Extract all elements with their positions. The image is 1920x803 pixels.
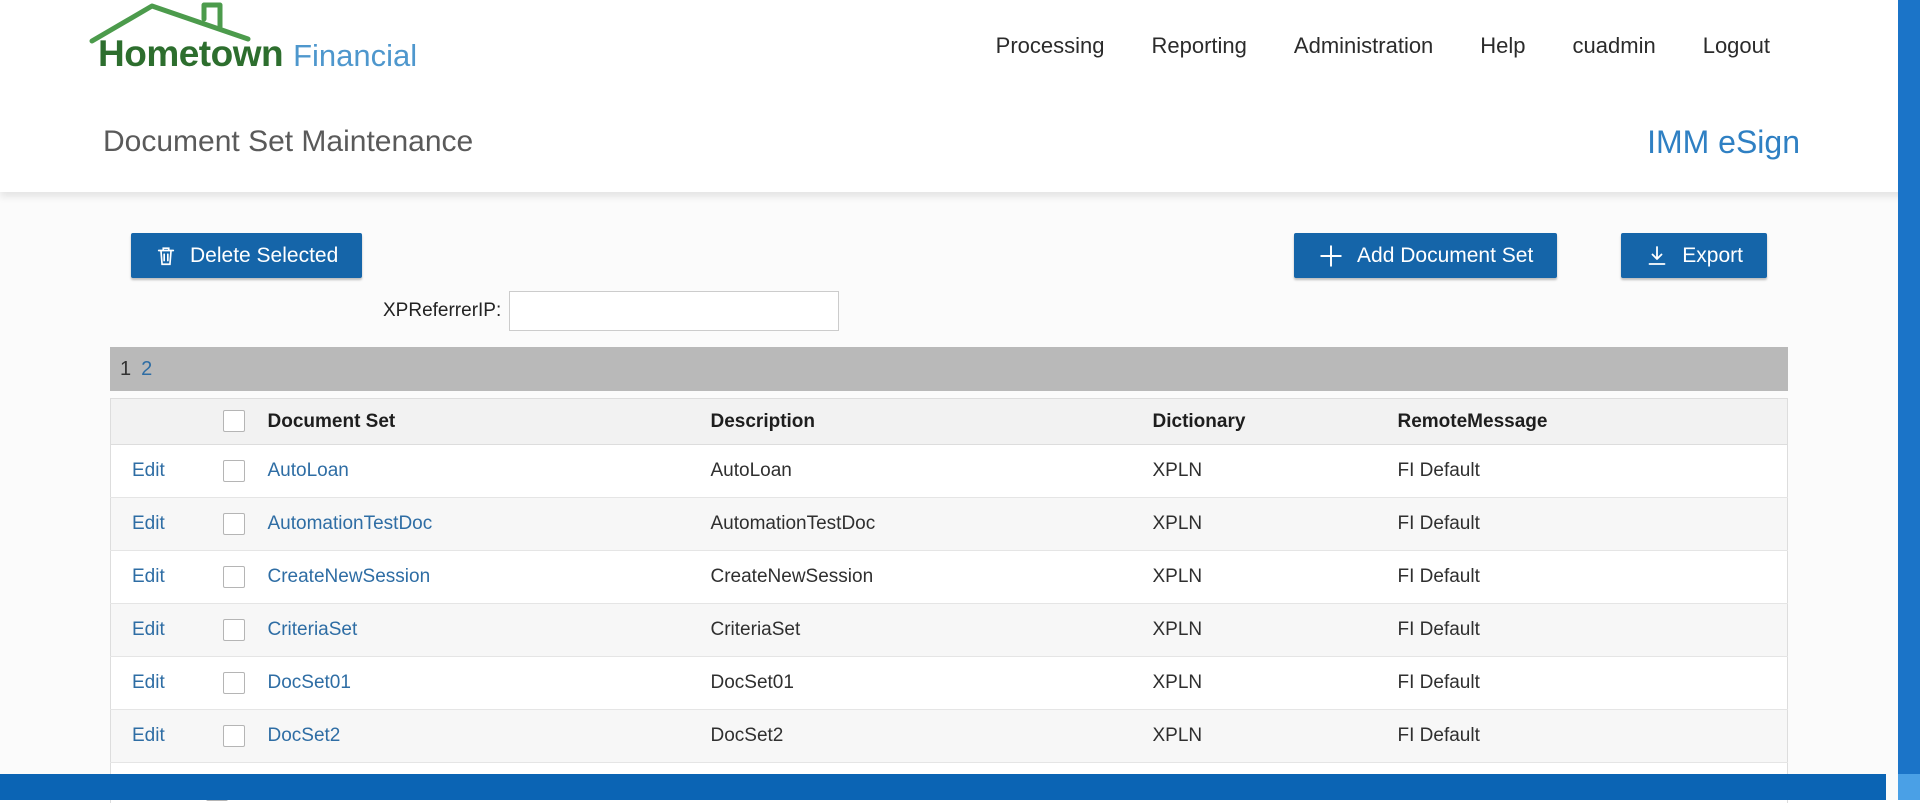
dictionary-cell: XPLN: [1153, 604, 1398, 657]
description-cell: AutomationTestDoc: [711, 498, 1153, 551]
dictionary-cell: XPLN: [1153, 657, 1398, 710]
nav-item-logout[interactable]: Logout: [1703, 33, 1770, 59]
remotemessage-cell: FI Default: [1398, 710, 1788, 763]
row-checkbox[interactable]: [223, 513, 245, 535]
document-set-link[interactable]: AutoLoan: [268, 460, 349, 481]
filter-row: XPReferrerIP:: [0, 291, 1898, 331]
nav-item-help[interactable]: Help: [1480, 33, 1525, 59]
dictionary-cell: XPLN: [1153, 710, 1398, 763]
table-row: Edit CreateNewSession CreateNewSession X…: [111, 551, 1788, 604]
export-label: Export: [1682, 244, 1743, 268]
topbar: Hometown Financial Processing Reporting …: [0, 0, 1920, 92]
toolbar: Delete Selected Add Document Set Export: [131, 233, 1767, 278]
xpreferrerip-label: XPReferrerIP:: [383, 300, 501, 322]
edit-link[interactable]: Edit: [132, 725, 165, 746]
dictionary-cell: XPLN: [1153, 498, 1398, 551]
column-header-dictionary: Dictionary: [1153, 399, 1398, 445]
trash-icon: [155, 245, 177, 267]
document-set-link[interactable]: DocSet01: [268, 672, 351, 693]
row-checkbox[interactable]: [223, 672, 245, 694]
table-row: Edit DocSet01 DocSet01 XPLN FI Default: [111, 657, 1788, 710]
nav-item-reporting[interactable]: Reporting: [1152, 33, 1247, 59]
edit-column-header: [111, 399, 201, 445]
table-row: Edit DocSet2 DocSet2 XPLN FI Default: [111, 710, 1788, 763]
export-button[interactable]: Export: [1621, 233, 1767, 278]
add-document-set-button[interactable]: Add Document Set: [1294, 233, 1557, 278]
dictionary-cell: XPLN: [1153, 445, 1398, 498]
nav-item-processing[interactable]: Processing: [996, 33, 1105, 59]
edit-link[interactable]: Edit: [132, 513, 165, 534]
row-checkbox[interactable]: [223, 460, 245, 482]
description-cell: DocSet2: [711, 710, 1153, 763]
export-download-icon: [1645, 244, 1669, 268]
scrollbar[interactable]: [1898, 0, 1920, 800]
edit-link[interactable]: Edit: [132, 619, 165, 640]
nav-item-cuadmin[interactable]: cuadmin: [1573, 33, 1656, 59]
scrollbar-thumb[interactable]: [1898, 774, 1920, 800]
description-cell: CreateNewSession: [711, 551, 1153, 604]
add-document-set-label: Add Document Set: [1357, 244, 1533, 268]
table-row: Edit CriteriaSet CriteriaSet XPLN FI Def…: [111, 604, 1788, 657]
xpreferrerip-input[interactable]: [509, 291, 839, 331]
remotemessage-cell: FI Default: [1398, 604, 1788, 657]
edit-link[interactable]: Edit: [132, 460, 165, 481]
dictionary-cell: XPLN: [1153, 551, 1398, 604]
description-cell: DocSet01: [711, 657, 1153, 710]
edit-link[interactable]: Edit: [132, 672, 165, 693]
row-checkbox[interactable]: [223, 619, 245, 641]
page-number-1[interactable]: 1: [120, 358, 131, 381]
document-set-link[interactable]: AutomationTestDoc: [268, 513, 433, 534]
description-cell: AutoLoan: [711, 445, 1153, 498]
page-title: Document Set Maintenance: [103, 125, 473, 159]
nav-item-administration[interactable]: Administration: [1294, 33, 1433, 59]
footer-bar: [0, 774, 1886, 800]
document-set-table: Document Set Description Dictionary Remo…: [110, 398, 1788, 763]
table-header: Document Set Description Dictionary Remo…: [111, 399, 1788, 445]
product-name: IMM eSign: [1647, 124, 1800, 161]
table-row: Edit AutoLoan AutoLoan XPLN FI Default: [111, 445, 1788, 498]
page-header: Document Set Maintenance IMM eSign: [0, 92, 1920, 192]
table-row: Edit AutomationTestDoc AutomationTestDoc…: [111, 498, 1788, 551]
table-body: Edit AutoLoan AutoLoan XPLN FI Default E…: [111, 445, 1788, 763]
remotemessage-cell: FI Default: [1398, 551, 1788, 604]
description-cell: CriteriaSet: [711, 604, 1153, 657]
select-all-header: [201, 399, 268, 445]
select-all-checkbox[interactable]: [223, 410, 245, 432]
row-checkbox[interactable]: [223, 725, 245, 747]
main-content: Delete Selected Add Document Set Export …: [0, 192, 1898, 800]
edit-link[interactable]: Edit: [132, 566, 165, 587]
document-set-link[interactable]: CriteriaSet: [268, 619, 358, 640]
logo-secondary-text: Financial: [293, 38, 417, 74]
top-nav: Processing Reporting Administration Help…: [996, 33, 1770, 59]
delete-selected-label: Delete Selected: [190, 244, 338, 268]
pagination: 1 2: [110, 347, 1788, 391]
remotemessage-cell: FI Default: [1398, 657, 1788, 710]
remotemessage-cell: FI Default: [1398, 445, 1788, 498]
column-header-remotemessage: RemoteMessage: [1398, 399, 1788, 445]
row-checkbox[interactable]: [223, 566, 245, 588]
column-header-description: Description: [711, 399, 1153, 445]
logo[interactable]: Hometown Financial: [98, 33, 417, 75]
document-set-link[interactable]: CreateNewSession: [268, 566, 431, 587]
document-set-link[interactable]: DocSet2: [268, 725, 341, 746]
remotemessage-cell: FI Default: [1398, 498, 1788, 551]
delete-selected-button[interactable]: Delete Selected: [131, 233, 362, 278]
plus-icon: [1318, 243, 1344, 269]
page-number-2[interactable]: 2: [141, 358, 152, 381]
logo-house-icon: [88, 0, 266, 45]
column-header-document-set: Document Set: [268, 399, 711, 445]
